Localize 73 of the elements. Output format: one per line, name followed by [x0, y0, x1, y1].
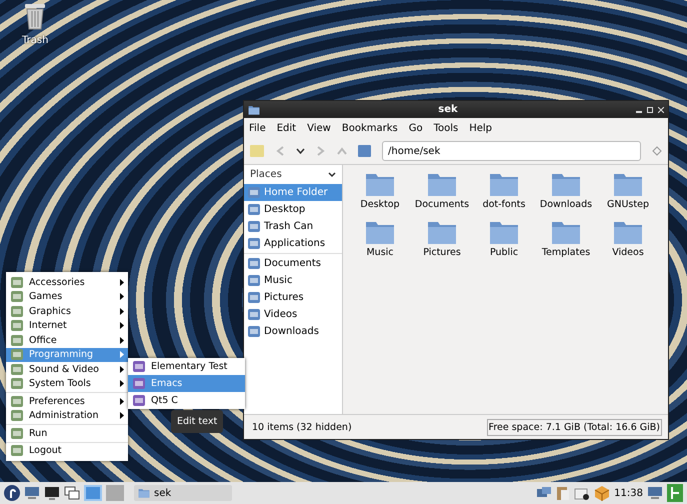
menu-item[interactable]: File: [249, 122, 266, 134]
menu-item[interactable]: Accessories: [6, 275, 128, 290]
sidebar-item[interactable]: Trash Can: [244, 218, 342, 235]
menu-item[interactable]: Go: [408, 122, 423, 134]
start-menu-icon[interactable]: [4, 485, 20, 501]
menu-item[interactable]: Edit: [276, 122, 296, 134]
menu-item[interactable]: Administration: [6, 408, 128, 423]
location-field[interactable]: /home/sek: [382, 141, 641, 161]
file-label[interactable]: Desktop: [360, 199, 400, 210]
menu-item[interactable]: Graphics: [6, 304, 128, 318]
sidebar-item[interactable]: Applications: [244, 235, 342, 252]
category-icon: [10, 304, 24, 318]
computer-icon[interactable]: [24, 486, 40, 500]
category-icon: [10, 276, 24, 289]
category-icon: [10, 377, 24, 390]
windows-icon[interactable]: [64, 486, 80, 500]
package-icon[interactable]: [594, 485, 610, 501]
menu-item[interactable]: Qt5 C: [128, 392, 245, 409]
category-icon: [10, 362, 24, 376]
menu-item[interactable]: Preferences: [6, 394, 128, 408]
menu-item[interactable]: Tools: [434, 122, 458, 134]
file-label[interactable]: GNUstep: [607, 199, 649, 210]
clock[interactable]: 11:38: [614, 488, 643, 498]
menu-item[interactable]: Office: [6, 333, 128, 348]
sidebar-item[interactable]: Videos: [244, 306, 342, 323]
file-label[interactable]: Videos: [612, 247, 644, 258]
monitor-icon[interactable]: [647, 486, 663, 500]
close-icon[interactable]: [658, 106, 664, 112]
tooltip: Edit text: [171, 410, 224, 433]
category-icon: [10, 444, 24, 458]
window-title: sek: [437, 104, 459, 115]
file-label[interactable]: Downloads: [540, 199, 592, 210]
file-label[interactable]: Pictures: [423, 247, 461, 258]
sidebar-item[interactable]: Documents: [244, 255, 342, 272]
file-label[interactable]: Documents: [414, 199, 470, 210]
terminal-icon[interactable]: [44, 486, 60, 500]
sidebar-item[interactable]: Downloads: [244, 323, 342, 340]
status-text: 10 items (32 hidden): [252, 422, 352, 432]
app-icon: [132, 377, 146, 390]
sidebar-item[interactable]: Music: [244, 272, 342, 289]
free-space-text: Free space: 7.1 GiB (Total: 16.6 GiB): [486, 418, 662, 436]
sidebar-item[interactable]: Pictures: [244, 289, 342, 306]
maximize-icon[interactable]: [647, 106, 653, 112]
menu-item[interactable]: Run: [6, 426, 128, 440]
dropdown-icon[interactable]: [296, 148, 305, 154]
category-icon: [10, 319, 24, 332]
clipboard-icon[interactable]: [556, 485, 570, 501]
menu-item[interactable]: Games: [6, 290, 128, 304]
task-button[interactable]: sek: [134, 485, 232, 501]
menu-item[interactable]: View: [307, 122, 331, 134]
sidebar-item[interactable]: Desktop: [244, 201, 342, 218]
file-label[interactable]: dot-fonts: [482, 199, 526, 210]
category-icon: [10, 394, 24, 408]
menu-item[interactable]: Sound & Video: [6, 362, 128, 376]
menu-item[interactable]: Logout: [6, 444, 128, 458]
menu-item[interactable]: Help: [469, 122, 492, 134]
menu-item[interactable]: Internet: [6, 318, 128, 333]
exit-icon[interactable]: [667, 484, 683, 502]
menu-item[interactable]: System Tools: [6, 376, 128, 391]
menu-item[interactable]: Bookmarks: [342, 122, 398, 134]
network-icon[interactable]: [536, 486, 552, 500]
category-icon: [10, 334, 24, 347]
chevron-down-icon[interactable]: [328, 172, 336, 178]
category-icon: [10, 290, 24, 304]
places-header: Places: [250, 169, 282, 180]
file-label[interactable]: Templates: [542, 247, 590, 258]
category-icon: [10, 409, 24, 422]
trash-can-icon[interactable]: [23, 2, 48, 30]
category-icon: [10, 348, 24, 362]
category-icon: [10, 426, 24, 440]
file-label[interactable]: Public: [490, 247, 518, 258]
file-label[interactable]: Music: [366, 247, 394, 258]
menu-item[interactable]: Elementary Test: [128, 358, 245, 375]
